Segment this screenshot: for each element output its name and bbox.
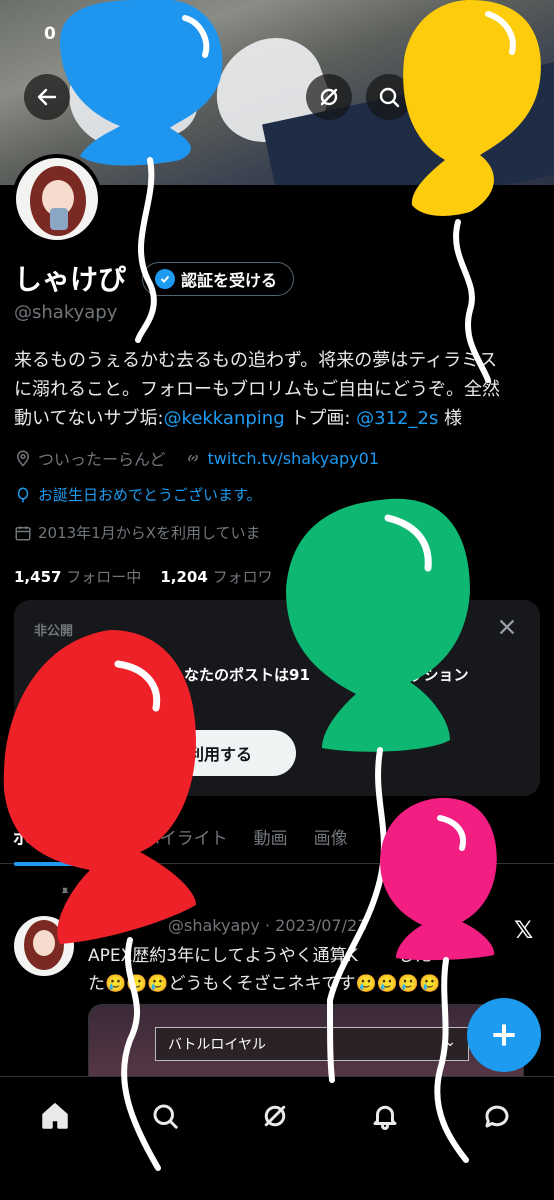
bio-line: に溺れること。フォローもブロリムもご自由にどうぞ。全然: [14, 379, 500, 400]
bio-line: 動いてないサブ垢:@kekkanping トプ画: @312_2s 様: [14, 408, 463, 429]
joined-date: 2013年1月からXを利用していま: [14, 522, 261, 543]
balloon-icon: [17, 487, 29, 502]
website-link[interactable]: twitch.tv/shakyapy01: [184, 449, 379, 468]
search-button[interactable]: [366, 74, 412, 120]
follow-stats: 1,457 フォロー中 1,204 フォロワ: [14, 566, 273, 587]
get-verified-button[interactable]: 認証を受ける: [142, 262, 295, 296]
close-button[interactable]: [496, 616, 520, 640]
followers-stat[interactable]: 1,204 フォロワ: [160, 568, 272, 586]
arrow-left-icon: [37, 88, 57, 106]
birthday: お誕生日おめでとうございます。: [14, 484, 262, 505]
grok-button[interactable]: [306, 74, 352, 120]
promo-action-button[interactable]: 利用する: [34, 730, 296, 776]
profile-banner: [0, 0, 554, 185]
profile-avatar[interactable]: [12, 154, 102, 244]
tab-highlights[interactable]: ハイライト: [43, 824, 241, 849]
chat-bubble-icon: [485, 1105, 509, 1128]
bell-icon: [373, 1105, 397, 1130]
bottom-nav: [0, 1076, 554, 1200]
profile-tabs: ポ ハイライト 動画 画像 いいね: [0, 810, 554, 864]
x-logo-icon: 𝕏: [514, 916, 534, 944]
profile-bio: 来るものうぇるかむ去るもの追わず。将来の夢はティラミス に溺れること。フォローも…: [14, 346, 540, 433]
grok-icon: [320, 88, 338, 106]
search-icon: [379, 87, 400, 108]
close-icon: [499, 619, 515, 635]
media-mode-select: バトルロイヤル ⌄: [155, 1027, 469, 1061]
verified-badge-icon: [155, 269, 175, 289]
grok-icon: [264, 1105, 286, 1127]
profile-name: しゃけぴ: [14, 263, 127, 296]
tab-images[interactable]: 画像: [301, 824, 361, 849]
promo-card: 非公開 なたのポストは91 ンプレッション 利用する: [14, 600, 540, 796]
bio-sub-account-link[interactable]: @kekkanping: [164, 408, 285, 429]
pinned-indicator: [58, 886, 72, 900]
private-label: 非公開: [34, 624, 74, 639]
following-stat[interactable]: 1,457 フォロー中: [14, 568, 141, 586]
home-icon: [42, 1103, 68, 1129]
nav-search[interactable]: [148, 1099, 182, 1133]
post-header: @shakyapy · 2023/07/23: [88, 916, 367, 935]
tab-likes[interactable]: いいね: [361, 824, 495, 849]
bio-line: 来るものうぇるかむ去るもの追わず。将来の夢はティラミス: [14, 350, 498, 371]
tab-videos[interactable]: 動画: [241, 824, 301, 849]
nav-notifications[interactable]: [368, 1099, 402, 1133]
post-handle-date: @shakyapy · 2023/07/23: [168, 916, 368, 935]
nav-grok[interactable]: [258, 1099, 292, 1133]
compose-button[interactable]: [467, 998, 541, 1072]
link-icon: [187, 454, 198, 462]
location-pin-icon: [16, 450, 30, 467]
active-tab-indicator: [14, 862, 74, 866]
location: ついったーらんど: [14, 446, 166, 470]
plus-icon: [493, 1024, 515, 1046]
nav-messages[interactable]: [480, 1099, 514, 1133]
search-icon: [153, 1104, 178, 1129]
pin-icon: [61, 887, 69, 899]
calendar-icon: [15, 525, 31, 540]
status-time: 0: [44, 24, 56, 44]
post-avatar[interactable]: [14, 916, 74, 976]
profile-meta: ついったーらんど twitch.tv/shakyapy01: [14, 446, 379, 470]
profile-handle: @shakyapy: [14, 302, 118, 323]
tab-posts[interactable]: ポ: [0, 824, 43, 849]
nav-home[interactable]: [38, 1099, 72, 1133]
get-verified-label: 認証を受ける: [181, 271, 278, 290]
bio-picture-credit-link[interactable]: @312_2s: [356, 408, 438, 429]
post-text: APEX歴約3年にしてようやく通算K した た🥲🥲🥲どうもくそざこネキです🥲🥲🥲🥲: [88, 946, 441, 994]
banner-shoe-left: [52, 19, 208, 171]
chevron-down-icon: ⌄: [444, 1034, 456, 1050]
back-button[interactable]: [24, 74, 70, 120]
